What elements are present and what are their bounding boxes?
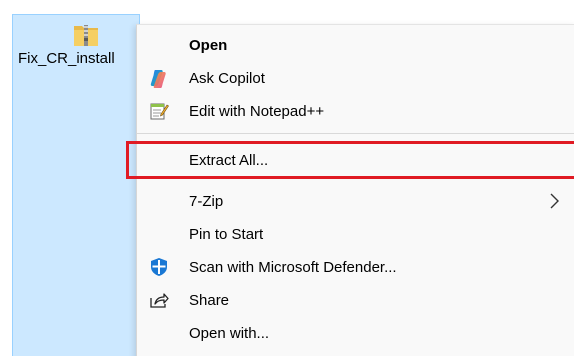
menu-divider <box>137 133 574 134</box>
context-menu: Open Ask Copilot Edit with Notepad++ Ext… <box>136 24 574 356</box>
share-icon <box>149 290 169 310</box>
menu-item-label: Open <box>189 36 228 54</box>
copilot-icon <box>149 68 169 88</box>
menu-item-open[interactable]: Open <box>137 29 574 61</box>
menu-item-label: Share <box>189 291 230 309</box>
menu-item-open-with[interactable]: Open with... <box>137 317 574 349</box>
menu-item-label: Extract All... <box>189 151 269 169</box>
menu-item-share[interactable]: Share <box>137 284 574 316</box>
zip-folder-icon <box>74 25 98 46</box>
menu-item-pin-to-start[interactable]: Pin to Start <box>137 218 574 250</box>
menu-item-7zip[interactable]: 7-Zip <box>137 185 574 217</box>
menu-item-label: 7-Zip <box>189 192 224 210</box>
menu-item-label: Edit with Notepad++ <box>189 102 325 120</box>
menu-item-label: Pin to Start <box>189 225 264 243</box>
notepad-plus-plus-icon <box>149 101 169 121</box>
desktop: Fix_CR_install Open Ask Copilot Edit wit… <box>0 0 574 356</box>
menu-item-label: Open with... <box>189 324 270 342</box>
menu-item-ask-copilot[interactable]: Ask Copilot <box>137 62 574 94</box>
menu-item-edit-notepad[interactable]: Edit with Notepad++ <box>137 95 574 127</box>
menu-item-extract-all[interactable]: Extract All... <box>137 144 574 176</box>
file-name: Fix_CR_install <box>18 50 115 67</box>
defender-shield-icon <box>149 257 169 277</box>
menu-item-label: Scan with Microsoft Defender... <box>189 258 397 276</box>
chevron-right-icon <box>550 193 559 209</box>
selected-file[interactable]: Fix_CR_install <box>12 14 140 356</box>
menu-item-scan-defender[interactable]: Scan with Microsoft Defender... <box>137 251 574 283</box>
menu-item-label: Ask Copilot <box>189 69 265 87</box>
